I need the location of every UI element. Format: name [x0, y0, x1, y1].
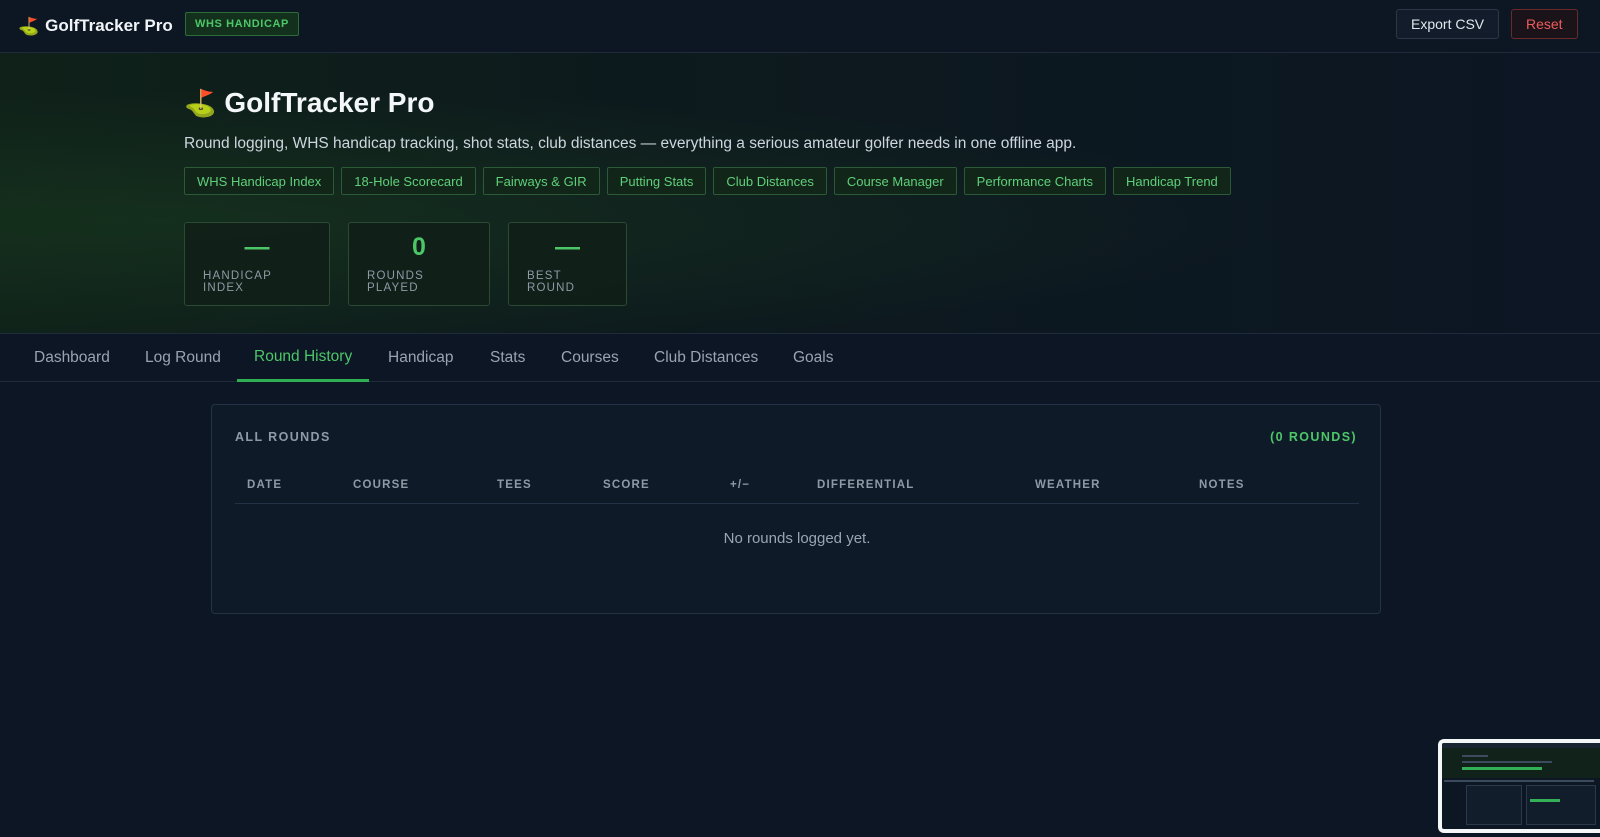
stat-value: — — [244, 232, 270, 261]
thumbnail-line — [1462, 767, 1542, 770]
page-subtitle: Round logging, WHS handicap tracking, sh… — [184, 135, 1077, 152]
feature-pill: Performance Charts — [963, 167, 1106, 195]
tab-stats[interactable]: Stats — [473, 334, 542, 382]
brand[interactable]: ⛳ GolfTracker Pro — [18, 12, 173, 40]
feature-pills: WHS Handicap Index 18-Hole Scorecard Fai… — [184, 167, 1231, 195]
column-header-course[interactable]: COURSE — [353, 467, 409, 503]
golf-flag-icon: ⛳ — [18, 16, 40, 36]
stat-value: 0 — [412, 232, 426, 261]
tab-dashboard[interactable]: Dashboard — [17, 334, 127, 382]
hero-section: ⛳ GolfTracker Pro Round logging, WHS han… — [0, 53, 1600, 334]
stat-label: BEST ROUND — [527, 269, 576, 294]
all-rounds-panel: ALL ROUNDS (0 ROUNDS) DATE COURSE TEES S… — [211, 404, 1381, 614]
thumbnail-line — [1530, 799, 1560, 802]
tab-club-distances[interactable]: Club Distances — [637, 334, 775, 382]
column-header-score[interactable]: SCORE — [603, 467, 650, 503]
reset-button[interactable]: Reset — [1511, 9, 1578, 39]
thumbnail-line — [1444, 780, 1594, 782]
stat-rounds-played: 0 ROUNDS PLAYED — [348, 222, 490, 306]
rounds-table-header: DATE COURSE TEES SCORE +/− DIFFERENTIAL … — [235, 467, 1359, 504]
rounds-count: (0 ROUNDS) — [1270, 430, 1357, 444]
thumbnail-line — [1462, 755, 1488, 757]
brand-name: GolfTracker Pro — [45, 16, 173, 35]
stat-label: ROUNDS PLAYED — [367, 269, 425, 294]
tab-goals[interactable]: Goals — [776, 334, 851, 382]
summary-stats: — HANDICAP INDEX 0 ROUNDS PLAYED — BEST … — [184, 222, 627, 306]
column-header-tees[interactable]: TEES — [497, 467, 532, 503]
feature-pill: Club Distances — [713, 167, 827, 195]
feature-pill: Course Manager — [833, 167, 957, 195]
window-thumbnail[interactable] — [1438, 739, 1600, 833]
column-header-weather[interactable]: WEATHER — [1035, 467, 1101, 503]
feature-pill: 18-Hole Scorecard — [341, 167, 476, 195]
feature-pill: Fairways & GIR — [482, 167, 600, 195]
thumbnail-hero — [1442, 748, 1600, 778]
column-header-notes[interactable]: NOTES — [1199, 467, 1245, 503]
feature-pill: Handicap Trend — [1113, 167, 1231, 195]
thumbnail-box — [1526, 785, 1596, 825]
tab-round-history[interactable]: Round History — [237, 334, 370, 382]
top-bar: ⛳ GolfTracker Pro WHS HANDICAP Export CS… — [0, 0, 1600, 53]
empty-state-message: No rounds logged yet. — [723, 530, 871, 547]
feature-pill: WHS Handicap Index — [184, 167, 335, 195]
stat-handicap-index: — HANDICAP INDEX — [184, 222, 330, 306]
main-tabs: Dashboard Log Round Round History Handic… — [0, 334, 1600, 382]
tab-log-round[interactable]: Log Round — [128, 334, 238, 382]
column-header-date[interactable]: DATE — [247, 467, 282, 503]
stat-label: HANDICAP INDEX — [203, 269, 272, 294]
stat-value: — — [555, 232, 580, 261]
feature-pill: Putting Stats — [606, 167, 707, 195]
whs-handicap-badge: WHS HANDICAP — [185, 12, 299, 36]
column-header-plus-minus[interactable]: +/− — [730, 467, 750, 503]
page-title-text: GolfTracker Pro — [224, 87, 435, 118]
stat-best-round: — BEST ROUND — [508, 222, 627, 306]
golf-flag-icon: ⛳ — [184, 88, 217, 118]
column-header-differential[interactable]: DIFFERENTIAL — [817, 467, 914, 503]
panel-title: ALL ROUNDS — [235, 430, 331, 444]
thumbnail-line — [1462, 761, 1552, 763]
tab-courses[interactable]: Courses — [544, 334, 636, 382]
tab-handicap[interactable]: Handicap — [371, 334, 471, 382]
export-csv-button[interactable]: Export CSV — [1396, 9, 1500, 39]
page-title: ⛳ GolfTracker Pro — [184, 87, 434, 119]
thumbnail-box — [1466, 785, 1522, 825]
